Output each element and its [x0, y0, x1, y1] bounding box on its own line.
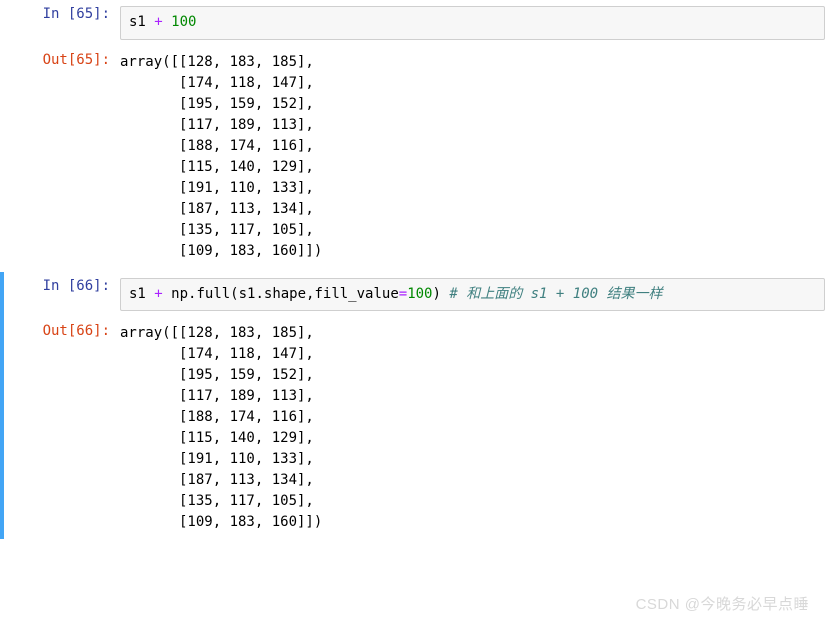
code-token: + — [154, 286, 162, 302]
notebook-output-row: Out[65]: array([[128, 183, 185], [174, 1… — [0, 46, 827, 268]
notebook-cell-selected: In [66]: s1 + np.full(s1.shape,fill_valu… — [0, 272, 827, 318]
output-text: array([[128, 183, 185], [174, 118, 147],… — [120, 323, 827, 533]
output-prompt: Out[65]: — [4, 46, 120, 268]
code-input[interactable]: s1 + np.full(s1.shape,fill_value=100) # … — [120, 278, 825, 312]
input-prompt: In [65]: — [4, 0, 120, 46]
input-area[interactable]: s1 + 100 — [120, 0, 827, 46]
output-prompt: Out[66]: — [4, 317, 120, 539]
code-token: 100 — [407, 286, 432, 302]
input-prompt: In [66]: — [4, 272, 120, 318]
code-input[interactable]: s1 + 100 — [120, 6, 825, 40]
code-token: ) — [432, 286, 449, 302]
code-token: s1 — [129, 14, 146, 30]
output-area: array([[128, 183, 185], [174, 118, 147],… — [120, 46, 827, 268]
code-token: + — [154, 14, 162, 30]
code-token: 100 — [171, 14, 196, 30]
input-area[interactable]: s1 + np.full(s1.shape,fill_value=100) # … — [120, 272, 827, 318]
watermark: CSDN @今晚务必早点睡 — [636, 593, 809, 614]
output-text: array([[128, 183, 185], [174, 118, 147],… — [120, 52, 827, 262]
notebook-cell: In [65]: s1 + 100 — [0, 0, 827, 46]
code-token: s1 — [129, 286, 146, 302]
code-comment: # 和上面的 s1 + 100 结果一样 — [449, 286, 662, 302]
code-token: = — [399, 286, 407, 302]
output-area: array([[128, 183, 185], [174, 118, 147],… — [120, 317, 827, 539]
notebook-output-row: Out[66]: array([[128, 183, 185], [174, 1… — [0, 317, 827, 539]
code-token: np.full(s1.shape,fill_value — [171, 286, 399, 302]
